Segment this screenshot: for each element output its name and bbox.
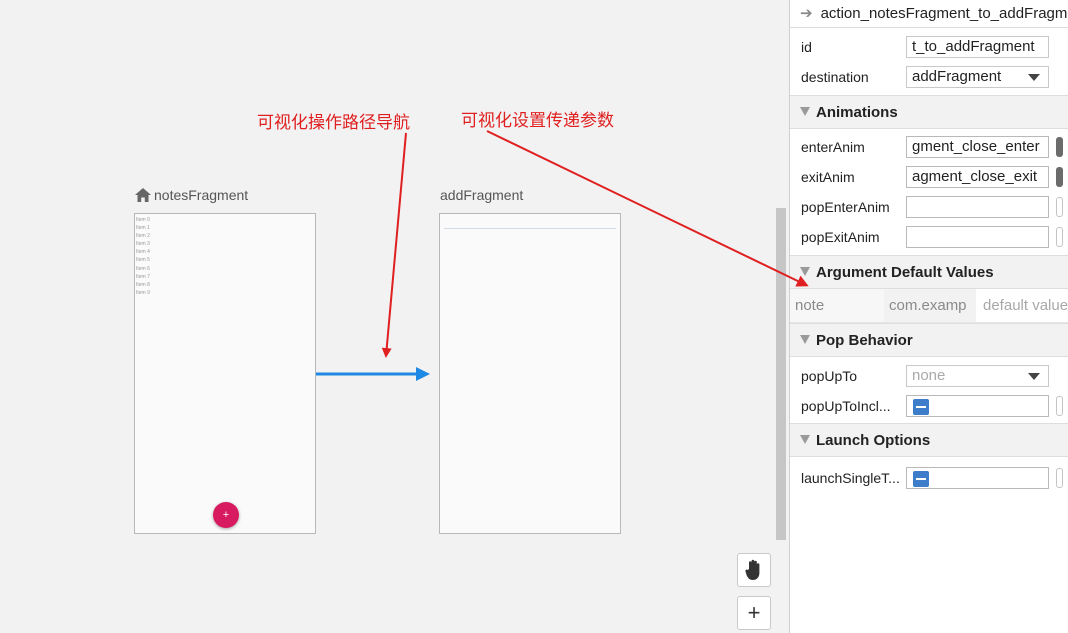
pop-exit-anim-picker-handle[interactable]	[1056, 227, 1063, 247]
section-launch-options-title: Launch Options	[816, 432, 931, 449]
enter-anim-label: enterAnim	[801, 139, 865, 155]
collapse-triangle-icon	[800, 335, 810, 344]
destination-row: destination addFragment	[790, 62, 1068, 92]
action-arrow-icon: ➔	[800, 5, 813, 22]
section-arguments-title: Argument Default Values	[816, 264, 994, 281]
section-animations-title: Animations	[816, 104, 898, 121]
id-row: id t_to_addFragment	[790, 32, 1068, 62]
exit-anim-field[interactable]: agment_close_exit	[906, 166, 1049, 188]
argument-name: note	[790, 289, 884, 322]
destination-select[interactable]: addFragment	[906, 66, 1049, 88]
section-pop-behavior[interactable]: Pop Behavior	[790, 323, 1068, 357]
minus-icon[interactable]	[913, 399, 929, 415]
pop-up-to-inclusive-handle[interactable]	[1056, 396, 1063, 416]
enter-anim-field[interactable]: gment_close_enter	[906, 136, 1049, 158]
section-arguments[interactable]: Argument Default Values	[790, 255, 1068, 289]
pop-up-to-inclusive-field[interactable]	[906, 395, 1049, 417]
enter-anim-row: enterAnim gment_close_enter	[790, 132, 1068, 162]
launch-single-top-label: launchSingleT...	[801, 470, 900, 486]
hand-icon	[745, 559, 760, 580]
chevron-down-icon	[1028, 74, 1040, 81]
collapse-triangle-icon	[800, 267, 810, 276]
action-name: action_notesFragment_to_addFragment	[820, 5, 1068, 22]
minus-icon[interactable]	[913, 471, 929, 487]
launch-single-top-field[interactable]	[906, 467, 1049, 489]
pop-enter-anim-picker-handle[interactable]	[1056, 197, 1063, 217]
argument-type: com.examp	[884, 289, 976, 322]
properties-panel: ➔ action_notesFragment_to_addFragment id …	[789, 0, 1068, 633]
destination-label: destination	[801, 69, 869, 85]
navigation-canvas[interactable]: notesFragment Item 0 Item 1 Item 2 Item …	[0, 0, 789, 633]
pop-enter-anim-row: popEnterAnim	[790, 192, 1068, 222]
arrows-layer	[316, 132, 430, 381]
action-arrow[interactable]	[316, 367, 430, 381]
pop-up-to-row: popUpTo none	[790, 361, 1068, 391]
zoom-in-button[interactable]: +	[737, 596, 771, 630]
collapse-triangle-icon	[800, 435, 810, 444]
section-launch-options[interactable]: Launch Options	[790, 423, 1068, 457]
pop-exit-anim-row: popExitAnim	[790, 222, 1068, 252]
pop-up-to-label: popUpTo	[801, 368, 858, 384]
section-animations[interactable]: Animations	[790, 95, 1068, 129]
enter-anim-picker-handle[interactable]	[1056, 137, 1063, 157]
section-pop-behavior-title: Pop Behavior	[816, 332, 913, 349]
exit-anim-label: exitAnim	[801, 169, 855, 185]
id-label: id	[801, 39, 812, 55]
argument-row[interactable]: note com.examp default value	[790, 289, 1068, 323]
pop-exit-anim-field[interactable]	[906, 226, 1049, 248]
launch-single-top-row: launchSingleT...	[790, 463, 1068, 493]
chevron-down-icon	[1028, 373, 1040, 380]
pop-up-to-inclusive-label: popUpToIncl...	[801, 398, 891, 414]
launch-single-top-handle[interactable]	[1056, 468, 1063, 488]
pan-button[interactable]	[737, 553, 771, 587]
pop-up-to-inclusive-row: popUpToIncl...	[790, 391, 1068, 421]
canvas-scrollbar[interactable]	[776, 208, 786, 540]
destination-value: addFragment	[912, 68, 1002, 85]
action-header: ➔ action_notesFragment_to_addFragment	[790, 0, 1068, 28]
id-field[interactable]: t_to_addFragment	[906, 36, 1049, 58]
pop-enter-anim-label: popEnterAnim	[801, 199, 890, 215]
pop-exit-anim-label: popExitAnim	[801, 229, 880, 245]
exit-anim-row: exitAnim agment_close_exit	[790, 162, 1068, 192]
pop-up-to-value: none	[912, 367, 946, 384]
annotation-pointer-navigation	[381, 132, 407, 358]
argument-default-value[interactable]: default value	[978, 289, 1068, 322]
exit-anim-picker-handle[interactable]	[1056, 167, 1063, 187]
pop-up-to-select[interactable]: none	[906, 365, 1049, 387]
collapse-triangle-icon	[800, 107, 810, 116]
pop-enter-anim-field[interactable]	[906, 196, 1049, 218]
